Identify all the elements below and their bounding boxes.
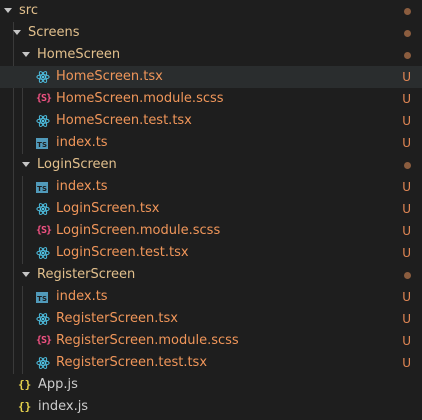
scss-icon: {S}: [36, 225, 52, 236]
chevron-down-icon[interactable]: [22, 272, 30, 277]
git-status-untracked-badge: U: [402, 246, 411, 260]
folder-row-screens[interactable]: Screens: [0, 22, 422, 44]
file-row-loginscreen-test-tsx[interactable]: LoginScreen.test.tsx U: [0, 242, 422, 264]
file-row-homescreen-module-scss[interactable]: {S} HomeScreen.module.scss U: [0, 88, 422, 110]
file-row-index-ts[interactable]: TS index.ts U: [0, 286, 422, 308]
git-status-untracked-badge: U: [402, 312, 411, 326]
git-status-untracked-badge: U: [402, 356, 411, 370]
file-row-homescreen-tsx[interactable]: HomeScreen.tsx U: [0, 66, 422, 88]
tree-item-label: index.ts: [56, 135, 108, 150]
chevron-down-icon[interactable]: [22, 162, 30, 167]
git-status-untracked-badge: U: [402, 334, 411, 348]
file-row-index-ts[interactable]: TS index.ts U: [0, 176, 422, 198]
file-row-index-ts[interactable]: TS index.ts U: [0, 132, 422, 154]
tree-item-label: Screens: [28, 25, 80, 40]
folder-row-homescreen[interactable]: HomeScreen: [0, 44, 422, 66]
react-icon: [36, 70, 50, 84]
scss-icon: {S}: [36, 335, 52, 346]
chevron-down-icon[interactable]: [13, 30, 21, 35]
modified-dot-indicator: [404, 52, 411, 59]
tree-item-label: RegisterScreen.tsx: [56, 311, 178, 326]
file-row-registerscreen-tsx[interactable]: RegisterScreen.tsx U: [0, 308, 422, 330]
file-row-homescreen-test-tsx[interactable]: HomeScreen.test.tsx U: [0, 110, 422, 132]
react-icon: [36, 246, 50, 260]
git-status-untracked-badge: U: [402, 136, 411, 150]
modified-dot-indicator: [404, 8, 411, 15]
tree-item-label: RegisterScreen: [37, 267, 136, 282]
folder-row-loginscreen[interactable]: LoginScreen: [0, 154, 422, 176]
chevron-down-icon[interactable]: [4, 8, 12, 13]
git-status-untracked-badge: U: [402, 114, 411, 128]
git-status-untracked-badge: U: [402, 70, 411, 84]
folder-row-src[interactable]: src: [0, 0, 422, 22]
tree-item-label: RegisterScreen.module.scss: [56, 333, 239, 348]
tree-item-label: src: [19, 3, 38, 18]
git-status-untracked-badge: U: [402, 202, 411, 216]
tree-item-label: HomeScreen.tsx: [56, 69, 163, 84]
file-row-registerscreen-module-scss[interactable]: {S} RegisterScreen.module.scss U: [0, 330, 422, 352]
tree-item-label: LoginScreen.tsx: [56, 201, 160, 216]
react-icon: [36, 356, 50, 370]
tree-item-label: index.ts: [56, 179, 108, 194]
tree-item-label: LoginScreen.module.scss: [56, 223, 221, 238]
git-status-untracked-badge: U: [402, 224, 411, 238]
file-row-loginscreen-module-scss[interactable]: {S} LoginScreen.module.scss U: [0, 220, 422, 242]
file-row-app-js[interactable]: {} App.js: [0, 374, 422, 396]
tree-item-label: LoginScreen: [37, 157, 117, 172]
file-row-registerscreen-test-tsx[interactable]: RegisterScreen.test.tsx U: [0, 352, 422, 374]
typescript-icon: TS: [36, 292, 48, 303]
react-icon: [36, 312, 50, 326]
scss-icon: {S}: [36, 93, 52, 104]
tree-item-label: index.ts: [56, 289, 108, 304]
modified-dot-indicator: [404, 30, 411, 37]
folder-row-registerscreen[interactable]: RegisterScreen: [0, 264, 422, 286]
chevron-down-icon[interactable]: [22, 52, 30, 57]
file-row-index-js[interactable]: {} index.js: [0, 396, 422, 418]
tree-item-label: HomeScreen.test.tsx: [56, 113, 192, 128]
react-icon: [36, 202, 50, 216]
react-icon: [36, 114, 50, 128]
git-status-untracked-badge: U: [402, 180, 411, 194]
git-status-untracked-badge: U: [402, 290, 411, 304]
tree-item-label: HomeScreen.module.scss: [56, 91, 224, 106]
git-status-untracked-badge: U: [402, 92, 411, 106]
file-explorer-tree: src Screens HomeScreen HomeScreen.tsx U {S} Ho…: [0, 0, 422, 420]
javascript-icon: {}: [18, 400, 32, 413]
tree-item-label: index.js: [38, 399, 89, 414]
tree-item-label: LoginScreen.test.tsx: [56, 245, 189, 260]
typescript-icon: TS: [36, 182, 48, 193]
modified-dot-indicator: [404, 162, 411, 169]
typescript-icon: TS: [36, 138, 48, 149]
modified-dot-indicator: [404, 272, 411, 279]
tree-item-label: App.js: [38, 377, 78, 392]
tree-item-label: HomeScreen: [37, 47, 121, 62]
javascript-icon: {}: [18, 378, 32, 391]
tree-item-label: RegisterScreen.test.tsx: [56, 355, 208, 370]
file-row-loginscreen-tsx[interactable]: LoginScreen.tsx U: [0, 198, 422, 220]
